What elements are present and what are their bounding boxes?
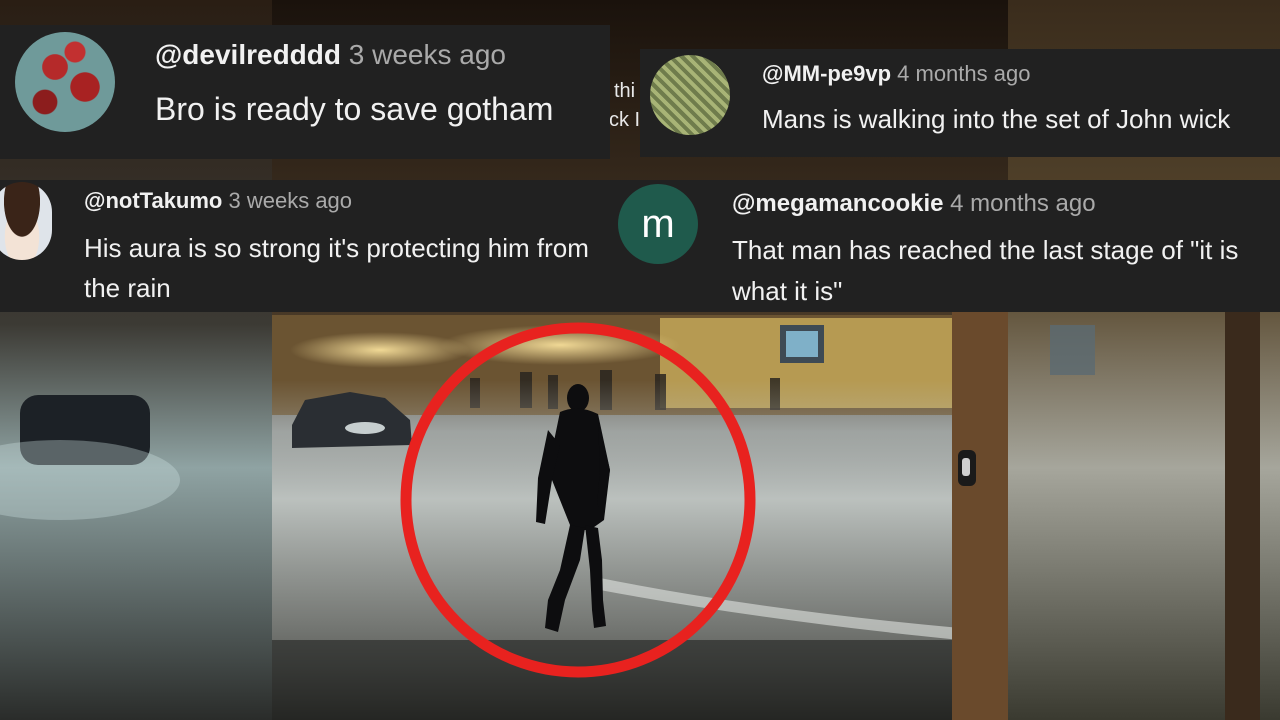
comment-card-mm-pe9vp: @MM-pe9vp 4 months ago Mans is walking i… bbox=[640, 49, 1280, 157]
comment-meta: @megamancookie 4 months ago bbox=[732, 190, 1096, 218]
comment-handle[interactable]: @devilredddd bbox=[155, 39, 341, 70]
red-roses-icon bbox=[15, 32, 115, 132]
comment-meta: @devilredddd 3 weeks ago bbox=[155, 39, 506, 71]
comment-card-nottakumo: @notTakumo 3 weeks ago His aura is so st… bbox=[0, 180, 610, 312]
comment-time: 4 months ago bbox=[950, 190, 1096, 217]
comment-handle[interactable]: @MM-pe9vp bbox=[762, 61, 891, 86]
green-pattern-icon bbox=[650, 55, 730, 135]
comment-text: Mans is walking into the set of John wic… bbox=[762, 104, 1231, 134]
comment-text: His aura is so strong it's protecting hi… bbox=[84, 233, 589, 303]
comment-text: That man has reached the last stage of "… bbox=[732, 235, 1239, 306]
anime-character-icon bbox=[0, 182, 52, 260]
comment-time: 4 months ago bbox=[897, 61, 1031, 86]
avatar: m bbox=[618, 184, 698, 264]
comment-handle[interactable]: @megamancookie bbox=[732, 190, 943, 217]
comment-card-devilredddd: @devilredddd 3 weeks ago Bro is ready to… bbox=[0, 25, 610, 159]
comment-text: Bro is ready to save gotham bbox=[155, 91, 554, 127]
comment-handle[interactable]: @notTakumo bbox=[84, 188, 222, 213]
comment-time: 3 weeks ago bbox=[228, 188, 353, 213]
comment-meta: @notTakumo 3 weeks ago bbox=[84, 188, 352, 214]
comment-card-megamancookie: m @megamancookie 4 months ago That man h… bbox=[610, 180, 1280, 312]
comment-meta: @MM-pe9vp 4 months ago bbox=[762, 61, 1030, 87]
avatar-letter: m bbox=[641, 201, 675, 246]
comment-time: 3 weeks ago bbox=[348, 39, 506, 70]
